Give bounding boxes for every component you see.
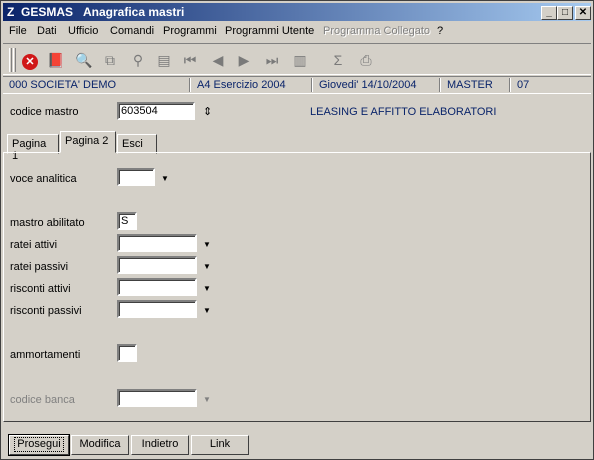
dropdown-arrow-icon[interactable]: ▼ xyxy=(161,174,169,183)
delete-icon[interactable]: ▥ xyxy=(289,50,311,72)
company-label: 000 SOCIETA' DEMO xyxy=(9,79,117,91)
risconti-passivi-label: risconti passivi xyxy=(10,305,82,317)
menu-bar: File Dati Ufficio Comandi Programmi Prog… xyxy=(3,23,591,41)
divider xyxy=(439,78,441,92)
close-red-icon[interactable]: ✕ xyxy=(19,50,41,72)
risconti-attivi-field[interactable] xyxy=(117,278,197,296)
divider xyxy=(509,78,511,92)
code-label: 07 xyxy=(517,79,530,91)
mastro-abilitato-field[interactable]: S xyxy=(117,212,137,230)
copy-icon[interactable]: ⧉ xyxy=(99,50,121,72)
title-bar[interactable]: Z GESMAS Anagrafica mastri _ □ ✕ xyxy=(3,3,591,21)
minimize-button[interactable]: _ xyxy=(541,6,557,20)
divider xyxy=(311,78,313,92)
codice-mastro-label: codice mastro xyxy=(10,106,79,118)
mastro-abilitato-label: mastro abilitato xyxy=(10,217,85,229)
menu-ufficio[interactable]: Ufficio xyxy=(68,25,98,37)
prev-icon[interactable]: ◀ xyxy=(207,50,229,72)
risconti-passivi-field[interactable] xyxy=(117,300,197,318)
info-bar: 000 SOCIETA' DEMO A4 Esercizio 2004 Giov… xyxy=(3,76,591,94)
tab-pagina-2[interactable]: Pagina 2 xyxy=(60,131,116,153)
sum-icon[interactable]: Σ xyxy=(327,50,349,72)
divider xyxy=(189,78,191,92)
close-button[interactable]: ✕ xyxy=(575,6,591,20)
window-title: Anagrafica mastri xyxy=(83,5,185,19)
tab-panel xyxy=(3,152,591,422)
mastro-description: LEASING E AFFITTO ELABORATORI xyxy=(310,106,497,118)
dropdown-arrow-icon: ▼ xyxy=(203,395,211,404)
button-bar: Prosegui Modifica Indietro Link xyxy=(3,429,591,457)
tab-esci[interactable]: Esci xyxy=(117,134,157,154)
app-window: Z GESMAS Anagrafica mastri _ □ ✕ File Da… xyxy=(0,0,594,460)
last-icon[interactable]: ⏭ xyxy=(261,50,283,72)
book-icon[interactable]: 📕 xyxy=(45,50,67,72)
first-icon[interactable]: ⏮ xyxy=(179,50,201,72)
dropdown-arrow-icon[interactable]: ▼ xyxy=(203,240,211,249)
menu-programma-collegato: Programma Collegato xyxy=(323,25,430,37)
codice-mastro-field[interactable]: 603504 xyxy=(117,102,195,120)
binoculars-icon[interactable]: ⚲ xyxy=(127,50,149,72)
next-icon[interactable]: ▶ xyxy=(233,50,255,72)
ratei-attivi-label: ratei attivi xyxy=(10,239,58,251)
maximize-button[interactable]: □ xyxy=(557,6,573,20)
menu-comandi[interactable]: Comandi xyxy=(110,25,154,37)
prosegui-button[interactable]: Prosegui xyxy=(8,434,70,456)
list-icon[interactable]: ▤ xyxy=(153,50,175,72)
ammortamenti-field[interactable] xyxy=(117,344,137,362)
codice-banca-field xyxy=(117,389,197,407)
search-icon[interactable]: 🔍 xyxy=(73,50,95,72)
indietro-button[interactable]: Indietro xyxy=(131,435,189,455)
updown-arrow-icon[interactable]: ⇕ xyxy=(203,105,212,118)
ratei-passivi-label: ratei passivi xyxy=(10,261,69,273)
ratei-attivi-field[interactable] xyxy=(117,234,197,252)
print-icon[interactable]: ⎙ xyxy=(355,50,377,72)
date-label: Giovedi' 14/10/2004 xyxy=(319,79,417,91)
voce-analitica-field[interactable] xyxy=(117,168,155,186)
menu-file[interactable]: File xyxy=(9,25,27,37)
risconti-attivi-label: risconti attivi xyxy=(10,283,71,295)
menu-dati[interactable]: Dati xyxy=(37,25,57,37)
exercise-label: A4 Esercizio 2004 xyxy=(197,79,286,91)
ratei-passivi-field[interactable] xyxy=(117,256,197,274)
modifica-button[interactable]: Modifica xyxy=(71,435,129,455)
link-button[interactable]: Link xyxy=(191,435,249,455)
codice-banca-label: codice banca xyxy=(10,394,75,406)
app-logo-icon: Z xyxy=(7,5,15,19)
toolbar-grip xyxy=(9,48,12,72)
dropdown-arrow-icon[interactable]: ▼ xyxy=(203,262,211,271)
user-label: MASTER xyxy=(447,79,493,91)
dropdown-arrow-icon[interactable]: ▼ xyxy=(203,306,211,315)
menu-programmi-utente[interactable]: Programmi Utente xyxy=(225,25,314,37)
menu-help[interactable]: ? xyxy=(437,25,443,37)
dropdown-arrow-icon[interactable]: ▼ xyxy=(203,284,211,293)
menu-programmi[interactable]: Programmi xyxy=(163,25,217,37)
ammortamenti-label: ammortamenti xyxy=(10,349,81,361)
app-name: GESMAS xyxy=(21,5,74,19)
toolbar-grip xyxy=(13,48,16,72)
voce-analitica-label: voce analitica xyxy=(10,173,77,185)
toolbar: ✕ 📕 🔍 ⧉ ⚲ ▤ ⏮ ◀ ▶ ⏭ ▥ Σ ⎙ xyxy=(3,43,591,75)
tab-pagina-1[interactable]: Pagina 1 xyxy=(7,134,59,162)
